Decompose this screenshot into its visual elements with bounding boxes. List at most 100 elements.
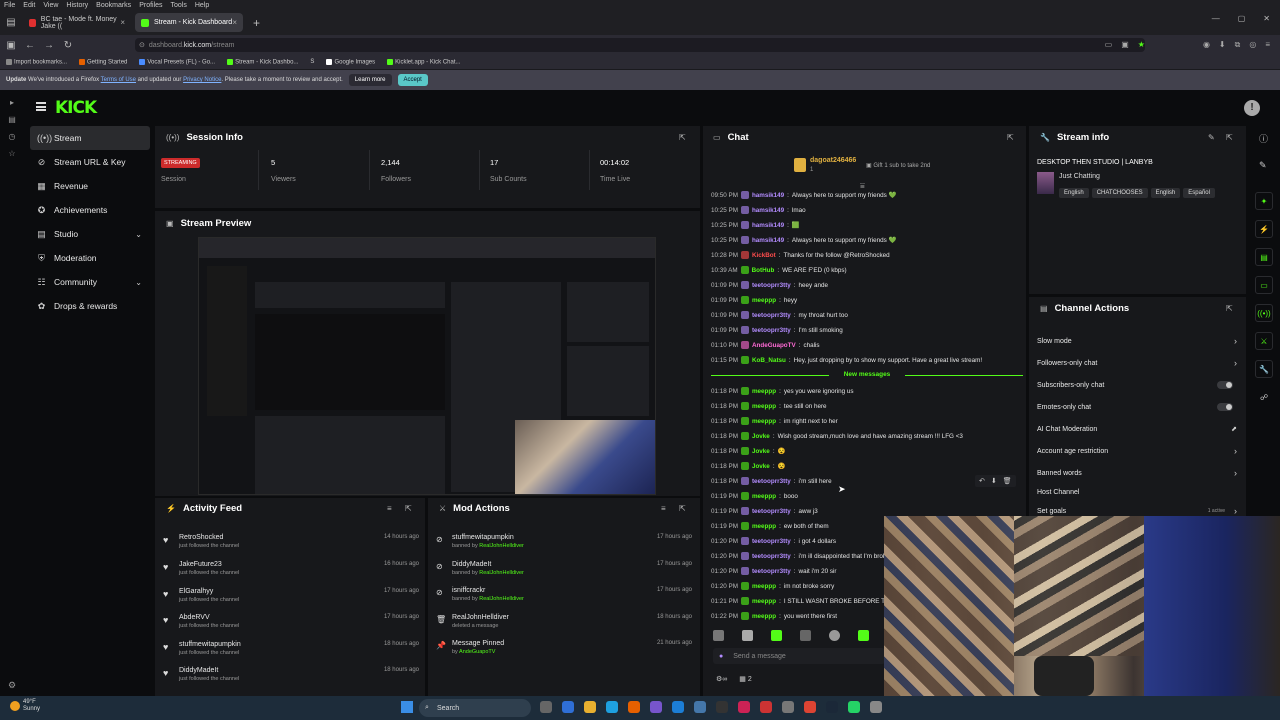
emote-icon[interactable] <box>713 630 724 641</box>
minimize-icon[interactable]: — <box>1212 14 1220 23</box>
rail-tool-icon[interactable]: ((•)) <box>1255 304 1273 322</box>
sidebar-icon[interactable]: ▣ <box>3 37 19 53</box>
mod-action-item[interactable]: DiddyMadeIt banned by RealJohnHelldiver 17… <box>452 561 692 576</box>
popout-icon[interactable]: ⇱ <box>405 504 412 513</box>
chat-message[interactable]: 01:19 PM meeppp: booo <box>711 490 798 502</box>
edit-pencil-icon[interactable]: ✎ <box>1259 160 1267 171</box>
chat-message[interactable]: 01:18 PM Jovke: Wish good stream,much love… <box>711 430 963 442</box>
app-icon[interactable] <box>694 701 706 713</box>
chat-username[interactable]: meeppp <box>752 583 776 590</box>
chat-message[interactable]: 01:09 PM teetooprr3tty: my throat hurt too <box>711 309 848 321</box>
kick-logo[interactable]: KICK <box>55 98 97 118</box>
account-icon[interactable]: ◎ <box>1249 40 1256 50</box>
chat-username[interactable]: hamsik149 <box>752 207 784 214</box>
task-view-icon[interactable] <box>540 701 552 713</box>
activity-item[interactable]: JakeFuture23 just followed the channel 16 … <box>179 561 419 576</box>
emote-icon[interactable] <box>858 630 869 641</box>
channel-action-item[interactable]: Slow mode › <box>1037 333 1237 349</box>
tab-music[interactable]: BC tae - Mode ft. Money Jake (( × <box>23 13 131 32</box>
accept-button[interactable]: Accept <box>397 74 428 86</box>
edge-icon[interactable] <box>606 701 618 713</box>
sidebar-toggle-icon[interactable]: ▤ <box>3 15 19 31</box>
menu-hamburger-icon[interactable]: ≡ <box>1265 40 1270 50</box>
menu-edit[interactable]: Edit <box>23 2 35 9</box>
sidebar-item-studio[interactable]: ▤ Studio ⌄ <box>30 222 150 246</box>
chat-message[interactable]: 10:28 PM KickBot: Thanks for the follow @R… <box>711 249 890 261</box>
chat-message[interactable]: 01:20 PM teetooprr3tty: wait i'm 20 sir <box>711 565 837 577</box>
chat-message[interactable]: 01:10 PM AndeGuapoTV: chalis <box>711 339 820 351</box>
sidebar-item-moderation[interactable]: ⛨ Moderation <box>30 246 150 270</box>
chat-message[interactable]: 01:09 PM teetooprr3tty: heey ande <box>711 279 828 291</box>
rail-tool-icon[interactable]: ☍ <box>1255 388 1273 406</box>
close-tab-icon[interactable]: × <box>232 18 237 27</box>
chat-username[interactable]: meeppp <box>752 598 776 605</box>
menu-bookmarks[interactable]: Bookmarks <box>96 2 131 9</box>
firefox-icon[interactable] <box>628 701 640 713</box>
bookmark-s[interactable]: S <box>310 59 314 65</box>
tag[interactable]: CHATCHOOSES <box>1091 188 1148 198</box>
pin-message-icon[interactable]: ⬇ <box>991 477 997 485</box>
channel-action-item[interactable]: Account age restriction › <box>1037 443 1237 459</box>
mod-action-item[interactable]: isniffcrackr banned by RealJohnHelldiver 1… <box>452 587 692 602</box>
chat-username[interactable]: meeppp <box>752 493 776 500</box>
chat-settings-icon[interactable]: ⚙∞ <box>716 675 727 683</box>
mic-icon[interactable]: ● <box>719 653 723 660</box>
bookmark-import[interactable]: Import bookmarks... <box>6 58 67 65</box>
chevron-right-icon[interactable]: › <box>1234 446 1237 456</box>
channel-action-item[interactable]: Subscribers-only chat <box>1037 377 1237 393</box>
chart-icon[interactable]: ⬈ <box>1231 425 1237 433</box>
sidebar-item-community[interactable]: ☷ Community ⌄ <box>30 270 150 294</box>
mod-action-item[interactable]: RealJohnHelldiver deleted a message 18 ho… <box>452 614 692 629</box>
reply-icon[interactable]: ↶ <box>979 477 985 485</box>
downloads-icon[interactable]: ⬇ <box>1219 40 1226 50</box>
chevron-down-icon[interactable]: ⌄ <box>135 278 142 287</box>
chat-username[interactable]: BotHub <box>752 267 775 274</box>
popout-icon[interactable]: ⇱ <box>1007 133 1014 142</box>
chevron-right-icon[interactable]: › <box>1234 506 1237 516</box>
bookmark-vocal-presets[interactable]: Vocal Presets (FL) - Go... <box>139 58 215 65</box>
chat-message[interactable]: 01:20 PM meeppp: im not broke sorry <box>711 580 834 592</box>
whatsapp-icon[interactable] <box>848 701 860 713</box>
emote-icon[interactable] <box>742 630 753 641</box>
emote-icon[interactable] <box>771 630 782 641</box>
chat-message[interactable]: 01:18 PM Jovke: 😵 <box>711 445 785 457</box>
chat-username[interactable]: teetooprr3tty <box>752 282 791 289</box>
profile-avatar[interactable]: ! <box>1244 100 1260 116</box>
chat-message[interactable]: 01:15 PM KoB_Natsu: Hey, just dropping by … <box>711 354 982 366</box>
rail-icon[interactable]: ▤ <box>8 115 16 124</box>
chat-message[interactable]: 01:21 PM meeppp: I STILL WASNT BROKE BEFOR… <box>711 595 890 607</box>
emote-icon[interactable] <box>800 630 811 641</box>
app-icon[interactable] <box>760 701 772 713</box>
close-window-icon[interactable]: ✕ <box>1263 14 1270 23</box>
chat-message[interactable]: 01:09 PM teetooprr3tty: I'm still smoking <box>711 324 843 336</box>
rail-icon[interactable]: ◷ <box>9 132 16 141</box>
activity-item[interactable]: stuffmewitapumpkin just followed the chan… <box>179 641 419 656</box>
app-icon[interactable] <box>870 701 882 713</box>
app-icon[interactable] <box>738 701 750 713</box>
close-tab-icon[interactable]: × <box>120 18 125 27</box>
privacy-link[interactable]: Privacy Notice <box>183 77 221 83</box>
chat-username[interactable]: KickBot <box>752 252 776 259</box>
tab-kick-dashboard[interactable]: Stream - Kick Dashboard × <box>135 13 243 32</box>
chat-message[interactable]: 01:19 PM meeppp: ew both of them <box>711 520 829 532</box>
info-icon[interactable]: ⓘ <box>1259 132 1268 145</box>
bookmark-kick-dashboard[interactable]: Stream - Kick Dashbo... <box>227 58 298 65</box>
toggle-switch[interactable] <box>1217 381 1233 389</box>
filter-icon[interactable]: ≡ <box>387 504 392 513</box>
menu-file[interactable]: File <box>4 2 15 9</box>
rail-tool-icon[interactable]: 🔧 <box>1255 360 1273 378</box>
chat-message[interactable]: 01:18 PM meeppp: tee still on here <box>711 400 827 412</box>
stream-category[interactable]: Just Chatting <box>1059 173 1100 180</box>
tag[interactable]: Español <box>1183 188 1215 198</box>
extensions-puzzle-icon[interactable]: ⧉ <box>1235 40 1241 50</box>
toggle-switch[interactable] <box>1217 403 1233 411</box>
chevron-right-icon[interactable]: › <box>1234 336 1237 346</box>
delete-icon[interactable]: 🗑 <box>1003 477 1012 485</box>
sidebar-item-stream-url-key[interactable]: ⊘ Stream URL & Key <box>30 150 150 174</box>
reader-view-icon[interactable]: ▭ <box>1105 40 1113 50</box>
stream-preview-video[interactable] <box>198 237 656 495</box>
chat-username[interactable]: Jovke <box>752 433 770 440</box>
chevron-down-icon[interactable]: ⌄ <box>135 230 142 239</box>
rail-tool-icon[interactable]: ▭ <box>1255 276 1273 294</box>
extension-icon[interactable]: ◉ <box>1203 40 1210 50</box>
